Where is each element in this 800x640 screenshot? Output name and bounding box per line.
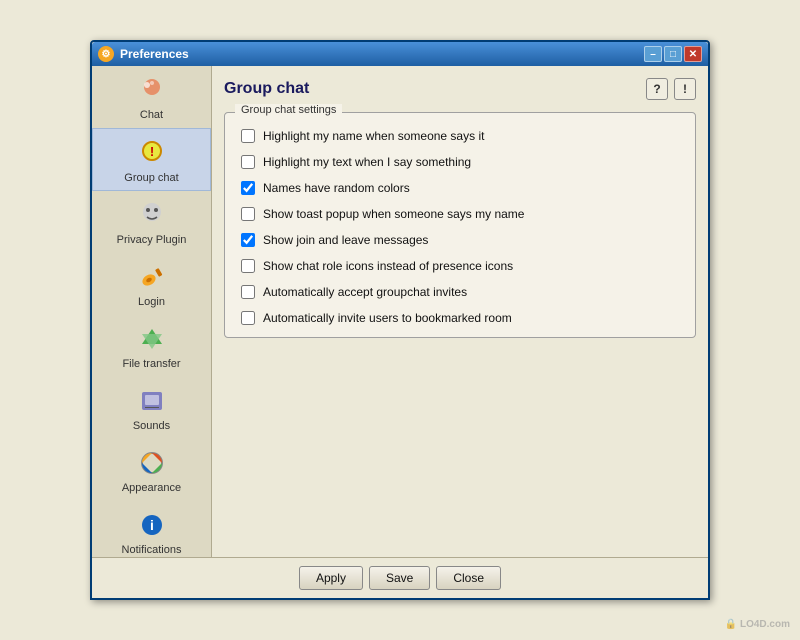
checkbox-highlight-name[interactable] bbox=[241, 129, 255, 143]
checkbox-highlight-text[interactable] bbox=[241, 155, 255, 169]
checkbox-row-auto-accept: Automatically accept groupchat invites bbox=[241, 285, 679, 299]
sidebar-item-label-appearance: Appearance bbox=[122, 482, 181, 494]
page-title: Group chat bbox=[224, 80, 309, 98]
appearance-icon bbox=[136, 447, 168, 479]
checkbox-row-auto-invite: Automatically invite users to bookmarked… bbox=[241, 311, 679, 325]
notifications-icon: i bbox=[136, 509, 168, 541]
sidebar-item-label-privacy-plugin: Privacy Plugin bbox=[117, 234, 187, 246]
checkbox-row-highlight-text: Highlight my text when I say something bbox=[241, 155, 679, 169]
info-button[interactable]: ! bbox=[674, 78, 696, 100]
sidebar-item-label-notifications: Notifications bbox=[122, 544, 182, 556]
sounds-icon bbox=[136, 385, 168, 417]
page-header: Group chat ? ! bbox=[224, 78, 696, 100]
checkboxes-container: Highlight my name when someone says it Hi… bbox=[241, 129, 679, 325]
sidebar-item-login[interactable]: Login bbox=[92, 253, 211, 315]
checkbox-label-auto-accept[interactable]: Automatically accept groupchat invites bbox=[263, 285, 467, 299]
sidebar-item-sounds[interactable]: Sounds bbox=[92, 377, 211, 439]
sidebar-item-label-chat: Chat bbox=[140, 109, 163, 121]
preferences-window: ⚙ Preferences – □ ✕ Chat ! Group chat Pr… bbox=[90, 40, 710, 600]
chat-icon bbox=[136, 74, 168, 106]
window-footer: Apply Save Close bbox=[92, 557, 708, 598]
window-icon: ⚙ bbox=[98, 46, 114, 62]
window-body: Chat ! Group chat Privacy Plugin Login F… bbox=[92, 66, 708, 557]
checkbox-label-toast-popup[interactable]: Show toast popup when someone says my na… bbox=[263, 207, 524, 221]
settings-group-legend: Group chat settings bbox=[235, 104, 342, 116]
checkbox-join-leave[interactable] bbox=[241, 233, 255, 247]
checkbox-label-auto-invite[interactable]: Automatically invite users to bookmarked… bbox=[263, 311, 512, 325]
svg-text:i: i bbox=[150, 517, 154, 533]
file-transfer-icon bbox=[136, 323, 168, 355]
minimize-button[interactable]: – bbox=[644, 46, 662, 62]
main-content: Group chat ? ! Group chat settings Highl… bbox=[212, 66, 708, 557]
sidebar-item-chat[interactable]: Chat bbox=[92, 66, 211, 128]
svg-text:!: ! bbox=[149, 144, 153, 159]
checkbox-row-highlight-name: Highlight my name when someone says it bbox=[241, 129, 679, 143]
window-title: Preferences bbox=[120, 47, 644, 61]
checkbox-role-icons[interactable] bbox=[241, 259, 255, 273]
checkbox-random-colors[interactable] bbox=[241, 181, 255, 195]
maximize-button[interactable]: □ bbox=[664, 46, 682, 62]
checkbox-label-highlight-name[interactable]: Highlight my name when someone says it bbox=[263, 129, 484, 143]
privacy-plugin-icon bbox=[136, 199, 168, 231]
sidebar-item-label-login: Login bbox=[138, 296, 165, 308]
sidebar-item-group-chat[interactable]: ! Group chat bbox=[92, 128, 211, 191]
checkbox-row-role-icons: Show chat role icons instead of presence… bbox=[241, 259, 679, 273]
close-button[interactable]: Close bbox=[436, 566, 501, 590]
checkbox-row-random-colors: Names have random colors bbox=[241, 181, 679, 195]
sidebar: Chat ! Group chat Privacy Plugin Login F… bbox=[92, 66, 212, 557]
save-button[interactable]: Save bbox=[369, 566, 430, 590]
help-button[interactable]: ? bbox=[646, 78, 668, 100]
login-icon bbox=[136, 261, 168, 293]
checkbox-row-join-leave: Show join and leave messages bbox=[241, 233, 679, 247]
checkbox-label-role-icons[interactable]: Show chat role icons instead of presence… bbox=[263, 259, 513, 273]
group-chat-icon: ! bbox=[136, 137, 168, 169]
checkbox-auto-invite[interactable] bbox=[241, 311, 255, 325]
sidebar-item-file-transfer[interactable]: File transfer bbox=[92, 315, 211, 377]
sidebar-item-notifications[interactable]: i Notifications bbox=[92, 501, 211, 557]
title-bar-buttons: – □ ✕ bbox=[644, 46, 702, 62]
title-bar: ⚙ Preferences – □ ✕ bbox=[92, 42, 708, 66]
checkbox-auto-accept[interactable] bbox=[241, 285, 255, 299]
sidebar-item-label-group-chat: Group chat bbox=[124, 172, 178, 184]
sidebar-item-privacy-plugin[interactable]: Privacy Plugin bbox=[92, 191, 211, 253]
checkbox-label-highlight-text[interactable]: Highlight my text when I say something bbox=[263, 155, 471, 169]
sidebar-item-label-file-transfer: File transfer bbox=[122, 358, 180, 370]
checkbox-label-random-colors[interactable]: Names have random colors bbox=[263, 181, 410, 195]
sidebar-item-label-sounds: Sounds bbox=[133, 420, 170, 432]
settings-group: Group chat settings Highlight my name wh… bbox=[224, 112, 696, 338]
sidebar-item-appearance[interactable]: Appearance bbox=[92, 439, 211, 501]
apply-button[interactable]: Apply bbox=[299, 566, 363, 590]
checkbox-toast-popup[interactable] bbox=[241, 207, 255, 221]
checkbox-row-toast-popup: Show toast popup when someone says my na… bbox=[241, 207, 679, 221]
checkbox-label-join-leave[interactable]: Show join and leave messages bbox=[263, 233, 428, 247]
close-window-button[interactable]: ✕ bbox=[684, 46, 702, 62]
watermark: 🔒 LO4D.com bbox=[725, 619, 790, 630]
